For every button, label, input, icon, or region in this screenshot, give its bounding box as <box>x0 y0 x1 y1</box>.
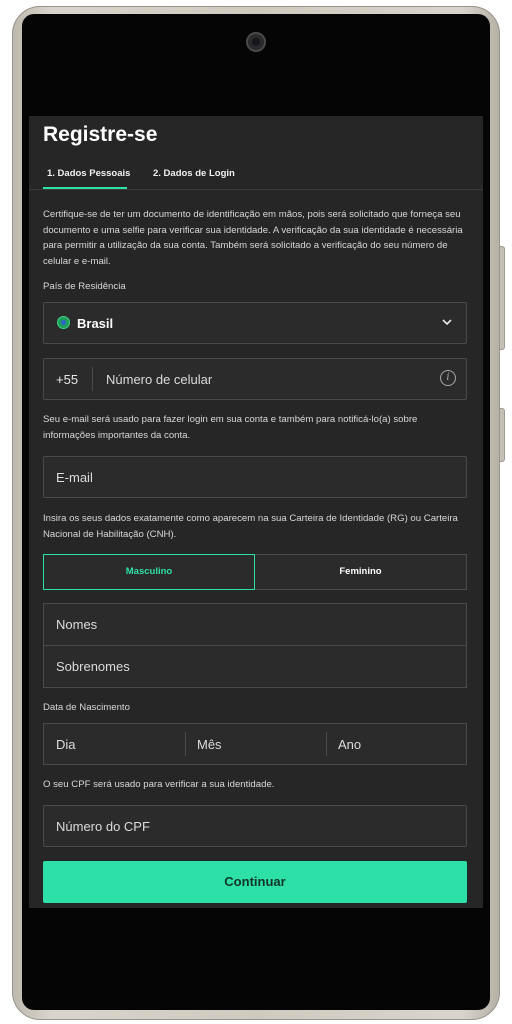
phone-prefix[interactable]: +55 <box>56 372 78 387</box>
brazil-flag-icon <box>57 316 70 329</box>
gender-female-button[interactable]: Feminino <box>254 554 467 590</box>
last-name-input[interactable]: Sobrenomes <box>44 646 466 688</box>
identity-info-text: Insira os seus dados exatamente como apa… <box>43 513 458 540</box>
dob-month-input[interactable]: Mês <box>185 724 325 764</box>
last-name-placeholder: Sobrenomes <box>56 659 130 674</box>
info-icon[interactable]: i <box>440 370 456 386</box>
tab-personal-data[interactable]: 1. Dados Pessoais <box>47 168 130 179</box>
first-name-input[interactable]: Nomes <box>44 604 466 646</box>
country-value: Brasil <box>77 316 114 331</box>
country-label: País de Residência <box>43 281 126 292</box>
continue-button[interactable]: Continuar <box>43 861 467 903</box>
divider <box>92 367 93 391</box>
country-select[interactable]: Brasil <box>43 302 467 344</box>
dob-year-placeholder: Ano <box>338 737 362 752</box>
volume-button <box>500 246 505 350</box>
dob-day-input[interactable]: Dia <box>44 724 184 764</box>
name-fields: Nomes Sobrenomes <box>43 603 467 688</box>
email-placeholder: E-mail <box>56 470 93 485</box>
cpf-info-text: O seu CPF será usado para verificar a su… <box>43 779 275 790</box>
gender-toggle: Masculino Feminino <box>43 554 467 590</box>
page-title: Registre-se <box>43 123 158 146</box>
first-name-placeholder: Nomes <box>56 617 98 632</box>
dob-day-placeholder: Dia <box>56 737 76 752</box>
front-camera-icon <box>246 32 266 52</box>
gender-male-button[interactable]: Masculino <box>43 554 255 590</box>
email-field[interactable]: E-mail <box>43 456 467 498</box>
email-info-text: Seu e-mail será usado para fazer login e… <box>43 414 418 441</box>
intro-text: Certifique-se de ter um documento de ide… <box>43 209 463 267</box>
dob-fields: Dia Mês Ano <box>43 723 467 765</box>
phone-input[interactable]: Número de celular <box>106 372 212 387</box>
cpf-field[interactable]: Número do CPF <box>43 805 467 847</box>
phone-field[interactable]: +55 Número de celular i <box>43 358 467 400</box>
active-tab-indicator <box>43 187 127 189</box>
registration-form: Registre-se 1. Dados Pessoais 2. Dados d… <box>29 116 483 908</box>
dob-label: Data de Nascimento <box>43 702 130 713</box>
chevron-down-icon <box>442 319 452 326</box>
step-tabs: 1. Dados Pessoais 2. Dados de Login <box>29 160 483 190</box>
cpf-placeholder: Número do CPF <box>56 819 150 834</box>
dob-month-placeholder: Mês <box>197 737 222 752</box>
dob-year-input[interactable]: Ano <box>326 724 466 764</box>
power-button <box>500 408 505 462</box>
tab-login-data[interactable]: 2. Dados de Login <box>153 168 235 179</box>
